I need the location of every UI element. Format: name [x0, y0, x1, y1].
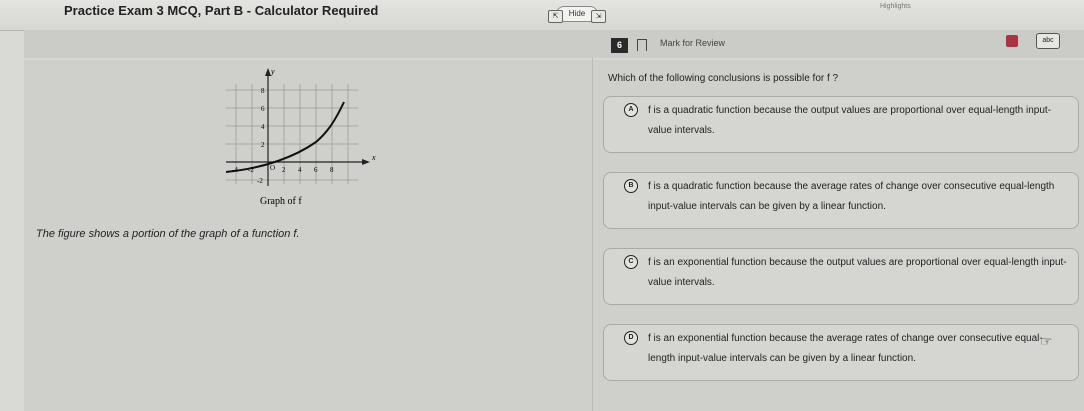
- mark-for-review-label[interactable]: Mark for Review: [660, 38, 725, 48]
- question-toolbar: [24, 30, 1084, 60]
- exam-header: Practice Exam 3 MCQ, Part B - Calculator…: [0, 0, 1084, 31]
- y-tick-label: 4: [261, 123, 265, 131]
- x-axis-label: x: [371, 153, 376, 162]
- choice-letter: C: [624, 255, 638, 269]
- graph-svg: x y -4 -2 O 2 4 6 8 -2 2 4 6 8 Graph of …: [225, 67, 376, 207]
- x-tick-label: 2: [282, 166, 286, 174]
- question-prompt: Which of the following conclusions is po…: [608, 73, 839, 84]
- expand-icon[interactable]: ⇱: [548, 10, 563, 23]
- y-axis-label: y: [270, 67, 275, 76]
- choice-text: f is an exponential function because the…: [648, 333, 1043, 364]
- graph-of-f: x y -4 -2 O 2 4 6 8 -2 2 4 6 8 Graph of …: [225, 64, 376, 214]
- x-tick-label: -4: [232, 166, 238, 174]
- pane-divider[interactable]: [592, 58, 593, 411]
- choice-letter: A: [624, 103, 638, 117]
- hand-cursor-icon: ☞: [1040, 333, 1053, 349]
- answer-choice-b[interactable]: B f is a quadratic function because the …: [603, 172, 1079, 229]
- x-tick-label: -2: [248, 166, 254, 174]
- left-edge: [0, 0, 24, 411]
- choice-letter: B: [624, 179, 638, 193]
- x-tick-label: 4: [298, 166, 302, 174]
- annotate-icon[interactable]: abc: [1036, 33, 1060, 49]
- y-tick-label: 6: [261, 105, 265, 113]
- x-tick-label: 6: [314, 166, 318, 174]
- y-tick-label: 2: [261, 141, 265, 149]
- x-tick-label: 8: [330, 166, 334, 174]
- choice-text: f is a quadratic function because the ou…: [648, 105, 1052, 136]
- exam-title: Practice Exam 3 MCQ, Part B - Calculator…: [64, 3, 379, 18]
- collapse-icon[interactable]: ⇲: [591, 10, 606, 23]
- bookmark-icon[interactable]: [637, 39, 647, 51]
- choice-text: f is an exponential function because the…: [648, 257, 1067, 288]
- y-tick-label: -2: [257, 177, 263, 185]
- answer-choice-c[interactable]: C f is an exponential function because t…: [603, 248, 1079, 305]
- choice-text: f is a quadratic function because the av…: [648, 181, 1055, 212]
- answer-choice-a[interactable]: A f is a quadratic function because the …: [603, 96, 1079, 153]
- calculator-icon[interactable]: [1006, 35, 1018, 47]
- origin-label: O: [270, 164, 275, 172]
- stimulus-text: The figure shows a portion of the graph …: [36, 228, 300, 240]
- choice-letter: D: [624, 331, 638, 345]
- answer-choice-d[interactable]: D f is an exponential function because t…: [603, 324, 1079, 381]
- y-tick-label: 8: [261, 87, 265, 95]
- graph-caption: Graph of f: [260, 196, 302, 207]
- highlights-label[interactable]: Highlights: [880, 3, 911, 10]
- question-number: 6: [611, 38, 628, 53]
